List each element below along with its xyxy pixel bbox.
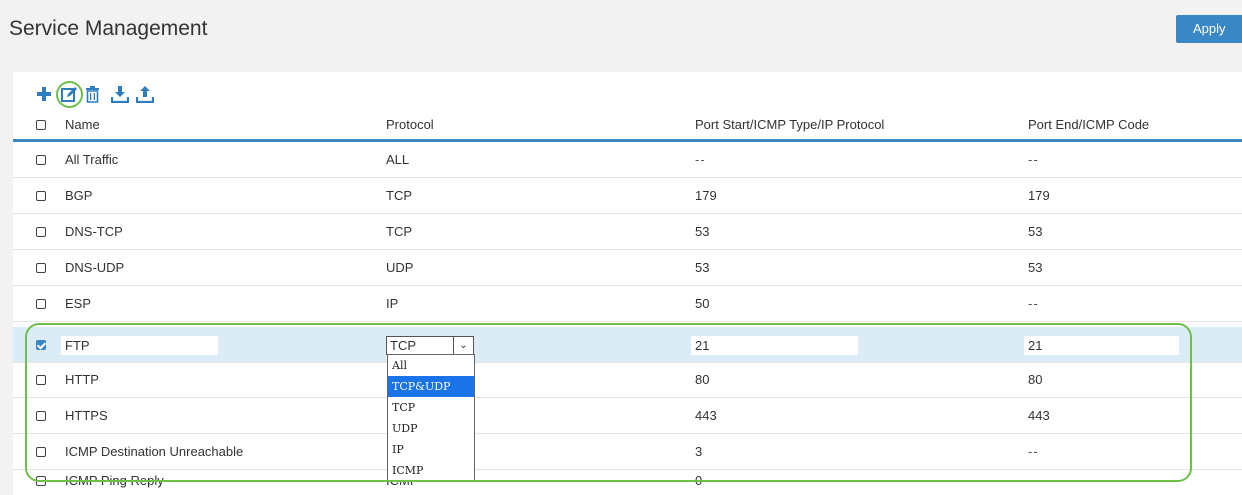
row-name: HTTP <box>65 372 99 387</box>
import-icon[interactable] <box>110 86 131 106</box>
export-icon[interactable] <box>135 86 156 106</box>
protocol-option-ip[interactable]: IP <box>388 439 474 460</box>
table-row[interactable]: ICMP Destination Unreachable 3 -- <box>13 434 1242 470</box>
row-port-end: -- <box>1028 473 1039 488</box>
protocol-select-value: TCP <box>390 338 416 353</box>
row-port-start: 179 <box>695 188 717 203</box>
table-row[interactable]: ESP IP 50 -- <box>13 286 1242 322</box>
row-protocol: IP <box>386 296 399 311</box>
row-checkbox[interactable] <box>36 142 46 178</box>
row-protocol: TCP <box>386 188 412 203</box>
row-port-start: 53 <box>695 224 710 239</box>
page-title: Service Management <box>9 17 208 40</box>
row-checkbox-checked[interactable] <box>36 327 46 363</box>
column-header-port-end[interactable]: Port End/ICMP Code <box>1028 108 1149 142</box>
row-checkbox[interactable] <box>36 178 46 214</box>
row-port-start: 443 <box>695 408 717 423</box>
table-row-selected[interactable]: FTP TCP ⌄ 21 21 <box>13 327 1242 363</box>
row-checkbox[interactable] <box>36 362 46 398</box>
row-protocol: UDP <box>386 260 414 275</box>
table-row[interactable]: ICMP Ping Reply ICMP 0 -- <box>13 470 1242 495</box>
row-name: DNS-TCP <box>65 224 123 239</box>
row-port-start: 0 <box>695 473 703 488</box>
table-row[interactable]: DNS-UDP UDP 53 53 <box>13 250 1242 286</box>
row-checkbox[interactable] <box>36 463 46 495</box>
chevron-down-icon[interactable]: ⌄ <box>453 337 473 354</box>
row-port-start: -- <box>695 152 706 167</box>
table-row[interactable]: HTTP 80 80 <box>13 362 1242 398</box>
table-row[interactable]: HTTPS 443 443 <box>13 398 1242 434</box>
row-port-start: 53 <box>695 260 710 275</box>
row-name: ESP <box>65 296 92 311</box>
table-row[interactable]: BGP TCP 179 179 <box>13 178 1242 214</box>
table-header: Name Protocol Port Start/ICMP Type/IP Pr… <box>13 108 1242 142</box>
row-name: DNS-UDP <box>65 260 125 275</box>
row-checkbox[interactable] <box>36 286 46 322</box>
row-protocol: ALL <box>386 152 410 167</box>
protocol-option-tcp[interactable]: TCP <box>388 397 474 418</box>
delete-icon[interactable] <box>85 86 105 106</box>
page-header: Service Management Apply <box>0 0 1242 60</box>
row-name: BGP <box>65 188 93 203</box>
column-header-protocol[interactable]: Protocol <box>386 108 434 142</box>
add-icon[interactable] <box>36 86 56 106</box>
name-edit-field[interactable]: FTP <box>61 336 218 355</box>
protocol-option-all[interactable]: All <box>388 355 474 376</box>
protocol-option-tcp-udp[interactable]: TCP&UDP <box>388 376 474 397</box>
row-port-end: 53 <box>1028 224 1043 239</box>
row-name: ICMP Ping Reply <box>65 473 164 488</box>
row-checkbox[interactable] <box>36 398 46 434</box>
port-end-edit-field[interactable]: 21 <box>1024 336 1179 355</box>
protocol-option-icmp[interactable]: ICMP <box>388 460 474 481</box>
protocol-dropdown-list: All TCP&UDP TCP UDP IP ICMP <box>387 354 475 482</box>
row-port-end: -- <box>1028 296 1039 311</box>
row-port-start: 80 <box>695 372 710 387</box>
row-checkbox[interactable] <box>36 214 46 250</box>
row-port-end: 53 <box>1028 260 1043 275</box>
row-protocol: TCP <box>386 224 412 239</box>
edit-icon-highlight <box>56 81 83 108</box>
row-checkbox[interactable] <box>36 250 46 286</box>
column-header-port-start[interactable]: Port Start/ICMP Type/IP Protocol <box>695 108 884 142</box>
row-name: HTTPS <box>65 408 108 423</box>
apply-button[interactable]: Apply <box>1176 15 1242 43</box>
table-row[interactable]: All Traffic ALL -- -- <box>13 142 1242 178</box>
row-port-end: -- <box>1028 152 1039 167</box>
table-row[interactable]: DNS-TCP TCP 53 53 <box>13 214 1242 250</box>
port-start-edit-field[interactable]: 21 <box>691 336 858 355</box>
row-port-start: 50 <box>695 296 710 311</box>
column-header-name[interactable]: Name <box>65 108 100 142</box>
protocol-option-udp[interactable]: UDP <box>388 418 474 439</box>
protocol-select[interactable]: TCP ⌄ <box>386 336 474 355</box>
row-port-end: 80 <box>1028 372 1043 387</box>
select-all-checkbox[interactable] <box>36 108 46 142</box>
row-name: All Traffic <box>65 152 119 167</box>
row-port-end: 443 <box>1028 408 1050 423</box>
row-port-end: 179 <box>1028 188 1050 203</box>
